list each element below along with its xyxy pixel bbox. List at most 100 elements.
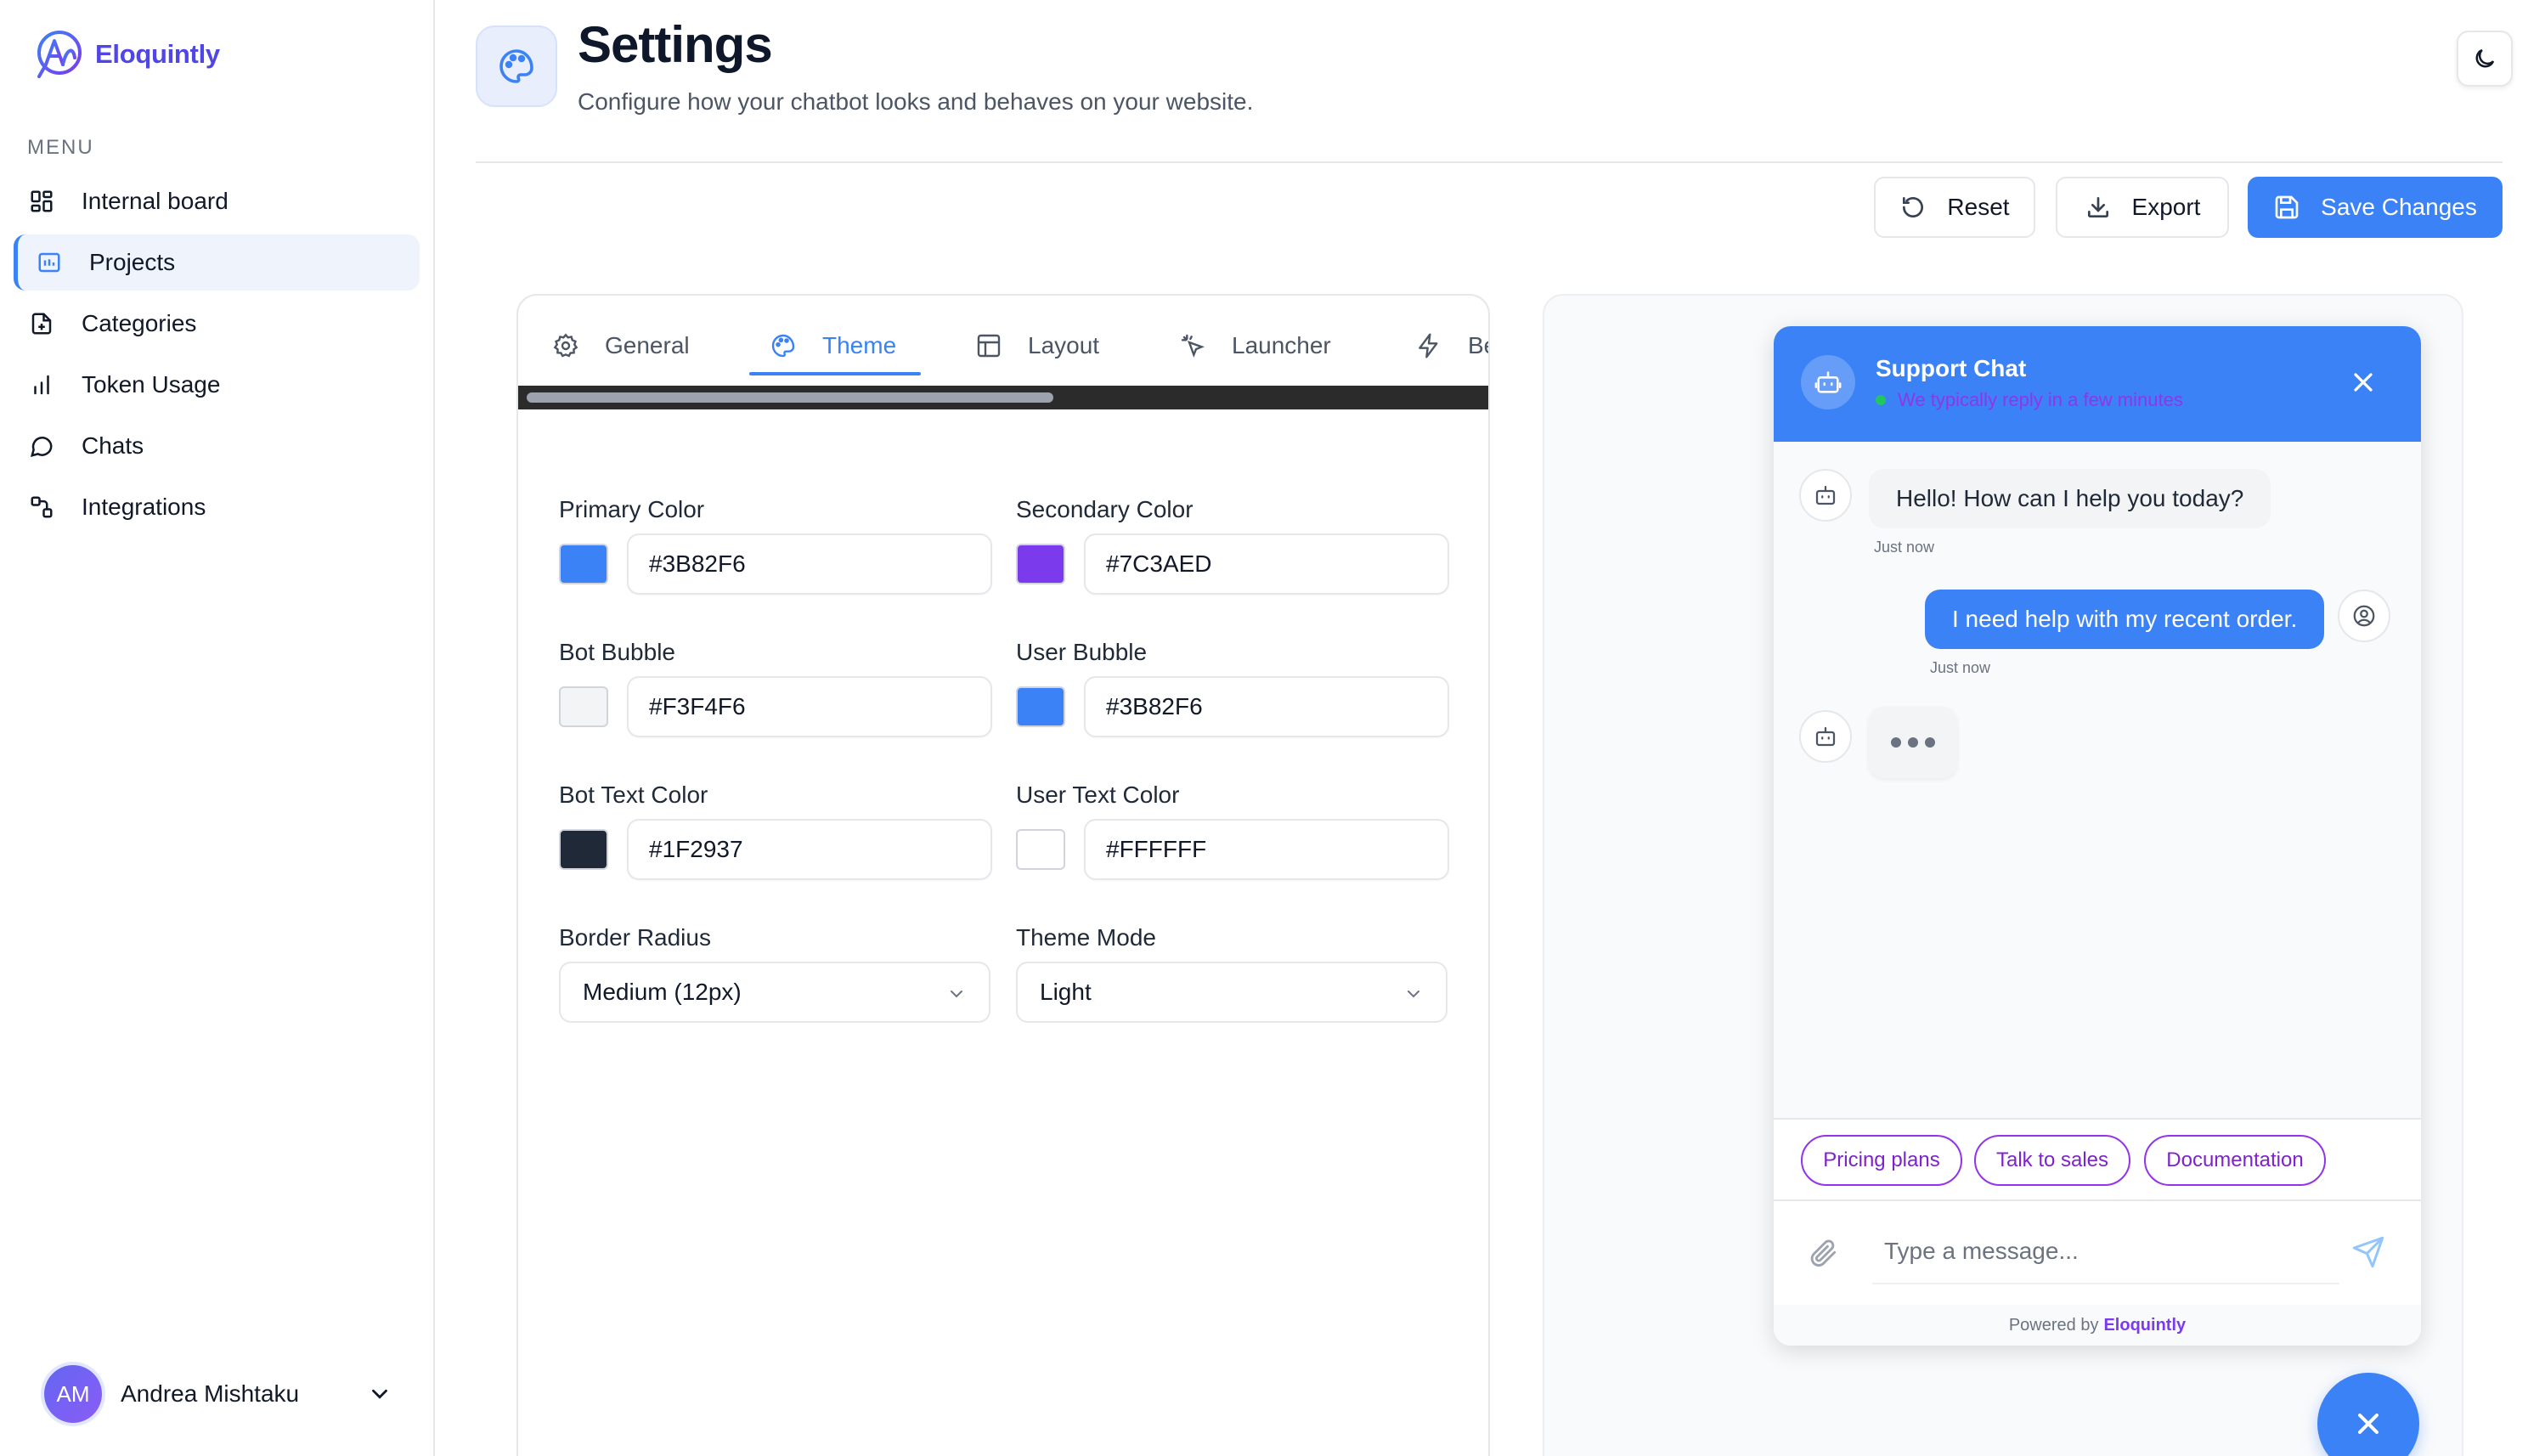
user-message: I need help with my recent order. <box>1925 590 2325 649</box>
save-changes-button[interactable]: Save Changes <box>2248 177 2503 238</box>
palette-icon <box>771 334 795 358</box>
sidebar-item-label: Token Usage <box>82 371 221 398</box>
border-radius-select[interactable]: Medium (12px) <box>559 962 990 1023</box>
theme-mode-label: Theme Mode <box>1016 924 1156 951</box>
chat-close-button[interactable] <box>2348 367 2379 398</box>
bar-chart-icon <box>27 370 56 399</box>
dark-mode-toggle[interactable] <box>2457 31 2513 87</box>
tab-launcher[interactable]: Launcher <box>1179 326 1331 365</box>
reset-button-label: Reset <box>1947 194 2010 220</box>
bot-avatar <box>1799 469 1852 522</box>
border-radius-label: Border Radius <box>559 924 711 951</box>
sidebar-item-categories[interactable]: Categories <box>14 296 420 352</box>
bot-bubble-label: Bot Bubble <box>559 639 675 665</box>
export-button-label: Export <box>2131 194 2201 220</box>
sparkle-pointer-icon <box>1181 334 1205 358</box>
sidebar-item-projects[interactable]: Projects <box>14 234 420 291</box>
lightning-icon <box>1419 333 1438 358</box>
palette-icon <box>499 49 533 83</box>
close-icon <box>2354 373 2373 392</box>
grid-icon <box>27 187 56 216</box>
tab-behavior[interactable]: Be <box>1415 326 1488 365</box>
message-input[interactable]: Type a message... <box>1872 1220 2339 1284</box>
chevron-down-icon <box>372 1389 387 1399</box>
reset-button[interactable]: Reset <box>1874 177 2035 238</box>
sidebar-item-chats[interactable]: Chats <box>14 418 420 474</box>
chevron-down-icon <box>1408 990 1419 998</box>
chat-input-row: Type a message... <box>1774 1199 2421 1305</box>
bot-icon <box>1815 726 1836 747</box>
tab-label: Theme <box>822 332 897 358</box>
page-subtitle: Configure how your chatbot looks and beh… <box>578 88 1254 115</box>
tab-label: Layout <box>1028 332 1100 358</box>
sidebar-item-label: Categories <box>82 310 197 336</box>
sidebar-item-internal-board[interactable]: Internal board <box>14 173 420 229</box>
primary-color-swatch[interactable] <box>559 544 608 584</box>
bot-text-color-input[interactable]: #1F2937 <box>627 819 992 880</box>
sidebar-item-label: Chats <box>82 432 144 459</box>
theme-mode-select[interactable]: Light <box>1016 962 1447 1023</box>
bot-bubble-swatch[interactable] <box>559 686 608 727</box>
sidebar-item-label: Internal board <box>82 188 229 214</box>
user-bubble-input[interactable]: #3B82F6 <box>1084 676 1449 737</box>
tab-general[interactable]: General <box>552 326 690 365</box>
active-tab-indicator <box>749 372 921 375</box>
bot-text-color-label: Bot Text Color <box>559 782 708 808</box>
border-radius-value: Medium (12px) <box>583 979 742 1005</box>
secondary-color-input[interactable]: #7C3AED <box>1084 533 1449 595</box>
moon-icon <box>2475 48 2495 68</box>
attach-button[interactable] <box>1808 1237 1840 1269</box>
sidebar-item-token-usage[interactable]: Token Usage <box>14 357 420 413</box>
user-text-color-swatch[interactable] <box>1016 829 1065 870</box>
menu-label: MENU <box>27 136 94 159</box>
user-name: Andrea Mishtaku <box>121 1380 300 1407</box>
scrollbar-thumb[interactable] <box>527 392 1053 403</box>
export-button[interactable]: Export <box>2056 177 2229 238</box>
quick-reply-pricing-plans[interactable]: Pricing plans <box>1801 1135 1962 1186</box>
sidebar-item-label: Integrations <box>82 494 206 520</box>
online-indicator <box>1876 395 1886 405</box>
bot-bubble-input[interactable]: #F3F4F6 <box>627 676 992 737</box>
chat-widget-preview: Support Chat We typically reply in a few… <box>1774 326 2421 1346</box>
tab-layout[interactable]: Layout <box>975 326 1099 365</box>
send-button[interactable] <box>2351 1235 2385 1269</box>
user-menu[interactable]: AM Andrea Mishtaku <box>44 1364 392 1424</box>
integrations-icon <box>27 493 56 522</box>
bot-icon <box>1815 485 1836 505</box>
sidebar-item-integrations[interactable]: Integrations <box>14 479 420 535</box>
message-timestamp: Just now <box>1930 659 1991 676</box>
settings-panel: General Theme Layout Launcher Be Primary… <box>516 294 1490 1456</box>
quick-reply-documentation[interactable]: Documentation <box>2144 1135 2326 1186</box>
bot-icon <box>1801 355 1855 409</box>
chat-header: Support Chat We typically reply in a few… <box>1774 326 2421 442</box>
sidebar-item-label: Projects <box>89 249 176 275</box>
close-icon <box>2358 1414 2379 1434</box>
primary-color-label: Primary Color <box>559 496 705 522</box>
download-icon <box>2087 197 2108 217</box>
powered-by-brand[interactable]: Eloquintly <box>2103 1316 2186 1335</box>
user-text-color-input[interactable]: #FFFFFF <box>1084 819 1449 880</box>
sidebar-nav: Internal board Projects Categories Token… <box>14 173 420 540</box>
avatar: AM <box>44 1365 102 1423</box>
theme-mode-value: Light <box>1040 979 1092 1005</box>
page-title: Settings <box>578 16 773 73</box>
user-bubble-swatch[interactable] <box>1016 686 1065 727</box>
chat-bubble-icon <box>27 432 56 460</box>
quick-reply-talk-to-sales[interactable]: Talk to sales <box>1974 1135 2130 1186</box>
secondary-color-swatch[interactable] <box>1016 544 1065 584</box>
chat-status: We typically reply in a few minutes <box>1876 389 2183 411</box>
powered-by: Powered by Eloquintly <box>1774 1305 2421 1346</box>
chat-title: Support Chat <box>1876 355 2027 381</box>
user-bubble-label: User Bubble <box>1016 639 1148 665</box>
sidebar: Eloquintly MENU Internal board Projects … <box>0 0 435 1456</box>
quick-replies: Pricing plans Talk to sales Documentatio… <box>1774 1118 2421 1199</box>
user-text-color-label: User Text Color <box>1016 782 1180 808</box>
app-logo[interactable]: Eloquintly <box>27 24 220 85</box>
bot-text-color-swatch[interactable] <box>559 829 608 870</box>
app-name: Eloquintly <box>95 39 220 69</box>
primary-color-input[interactable]: #3B82F6 <box>627 533 992 595</box>
reset-icon <box>1903 197 1924 217</box>
bot-avatar <box>1799 710 1852 763</box>
tabs-scrollbar[interactable] <box>518 386 1488 409</box>
tab-theme[interactable]: Theme <box>770 326 896 365</box>
